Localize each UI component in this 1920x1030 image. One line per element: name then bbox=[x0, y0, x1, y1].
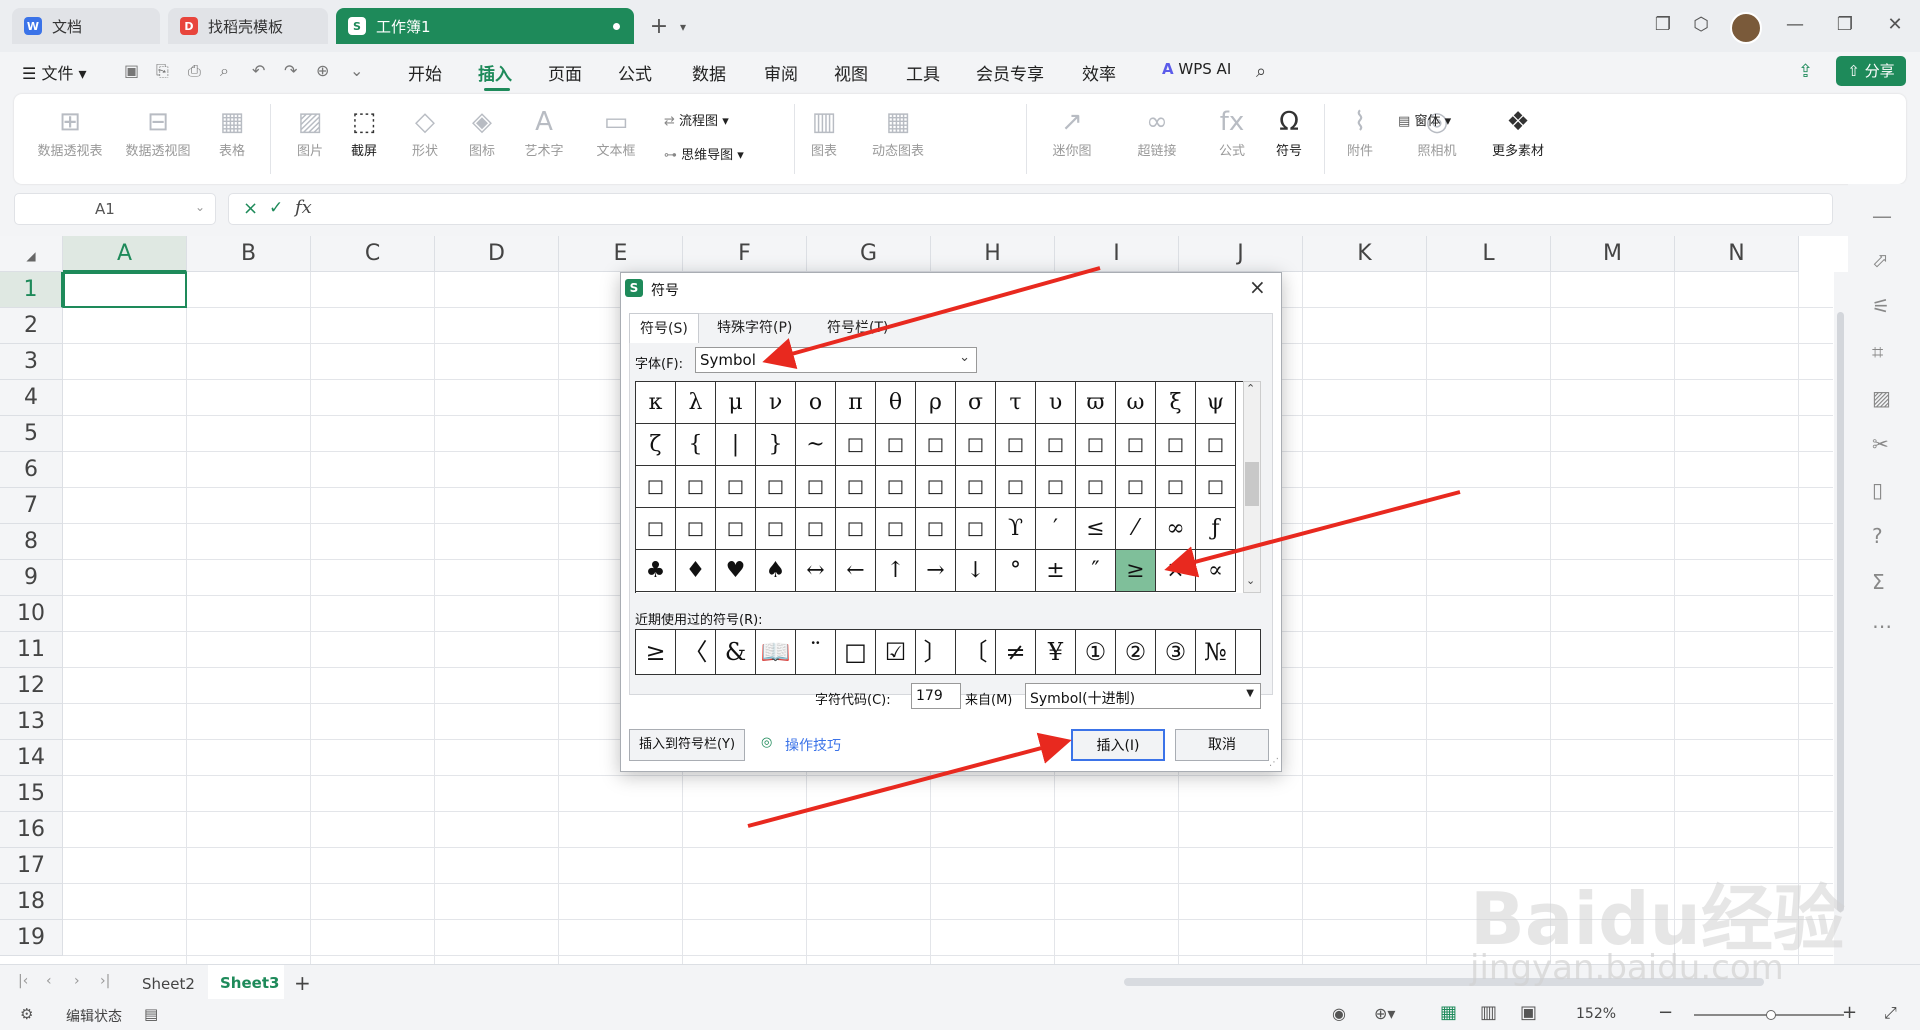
arrow-to-font-select bbox=[762, 266, 1101, 369]
watermark-url: jingyan.baidu.com bbox=[1470, 948, 1784, 988]
arrow-to-insert-button bbox=[747, 732, 1072, 828]
arrow-to-selected-symbol bbox=[1164, 490, 1461, 578]
